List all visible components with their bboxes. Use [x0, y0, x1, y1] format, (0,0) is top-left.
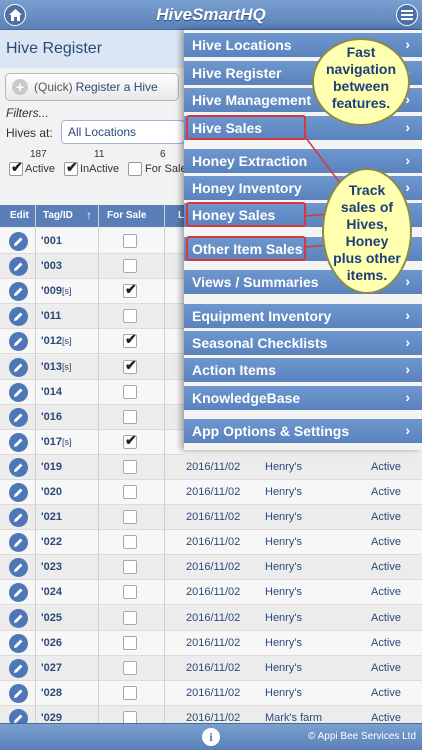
callout-line: Hives, — [346, 216, 388, 232]
callout-connectors — [305, 137, 341, 248]
callout-sales: Track sales of Hives, Honey plus other i… — [322, 168, 412, 294]
callout-line: plus other — [333, 250, 401, 266]
callout-line: items. — [346, 267, 388, 283]
callout-line: Track — [348, 182, 386, 198]
info-icon[interactable]: i — [202, 728, 220, 746]
copyright-text: © Appi Bee Services Ltd — [308, 731, 416, 742]
callout-line: Honey — [345, 233, 389, 249]
connector-line — [305, 137, 341, 184]
app-footer: i © Appi Bee Services Ltd — [0, 723, 422, 750]
callout-line: sales of — [340, 199, 394, 215]
